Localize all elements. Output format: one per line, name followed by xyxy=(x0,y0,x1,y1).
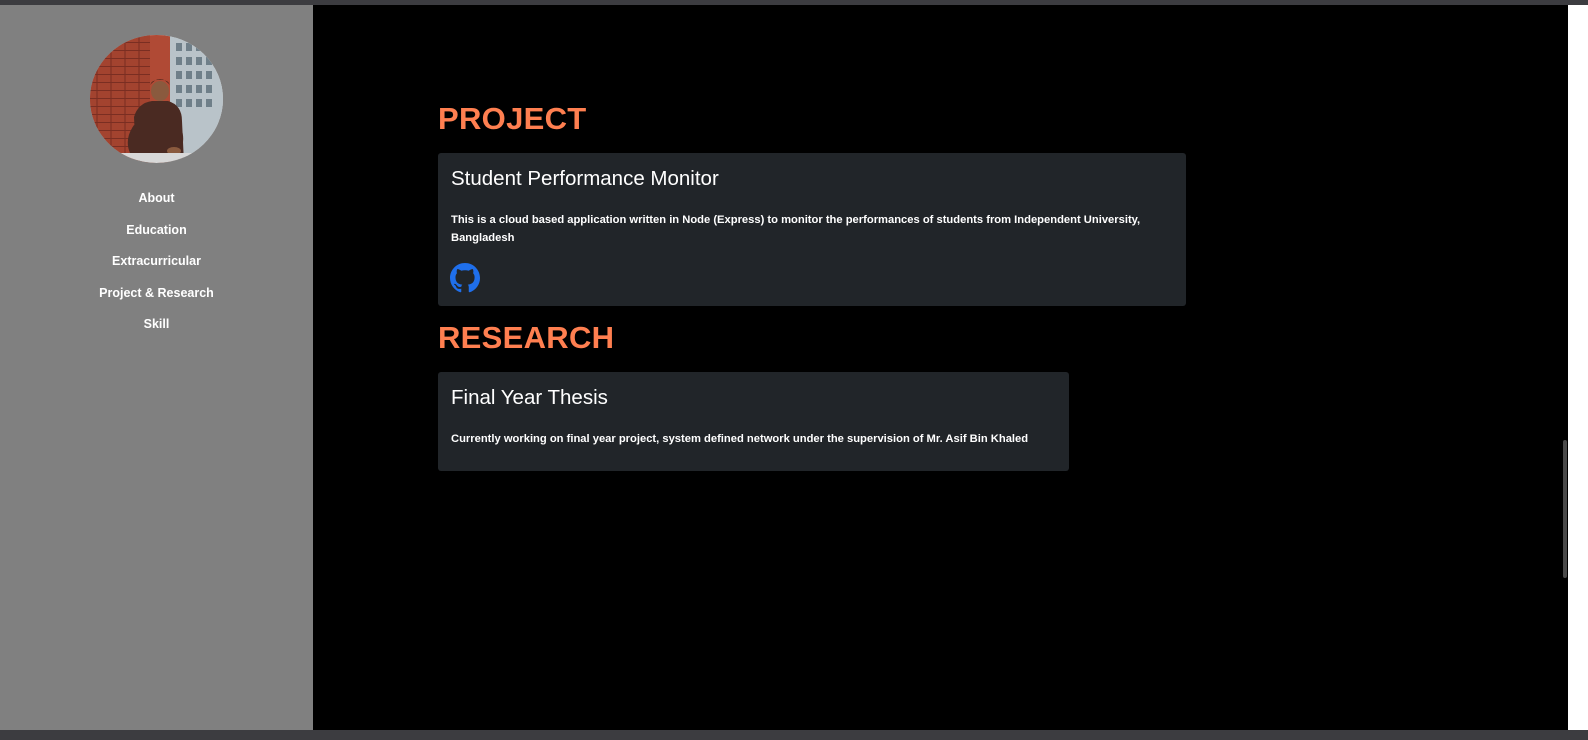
nav-item-education[interactable]: Education xyxy=(0,222,313,254)
project-title: Student Performance Monitor xyxy=(451,167,719,190)
window-right-edge xyxy=(1568,5,1588,730)
sidebar-nav: About Education Extracurricular Project … xyxy=(0,190,313,348)
research-description: Currently working on final year project,… xyxy=(451,433,1029,445)
nav-item-project-research[interactable]: Project & Research xyxy=(0,285,313,317)
window-bottom-border xyxy=(0,730,1588,740)
sidebar: About Education Extracurricular Project … xyxy=(0,5,313,730)
project-card: Student Performance Monitor This is a cl… xyxy=(438,153,1186,306)
project-description: This is a cloud based application writte… xyxy=(451,214,1141,244)
project-heading: PROJECT xyxy=(438,101,587,136)
nav-item-about[interactable]: About xyxy=(0,190,313,222)
avatar xyxy=(90,35,223,163)
main-content: PROJECT Student Performance Monitor This… xyxy=(313,5,1561,730)
nav-item-skill[interactable]: Skill xyxy=(0,316,313,348)
scrollbar-track[interactable] xyxy=(1561,5,1568,730)
github-icon xyxy=(450,263,480,293)
research-card: Final Year Thesis Currently working on f… xyxy=(438,372,1069,471)
nav-item-extracurricular[interactable]: Extracurricular xyxy=(0,253,313,285)
profile-photo-image xyxy=(90,35,223,163)
research-heading: RESEARCH xyxy=(438,320,615,355)
research-title: Final Year Thesis xyxy=(451,386,608,409)
github-link[interactable] xyxy=(450,263,480,293)
scrollbar-thumb[interactable] xyxy=(1563,440,1567,578)
